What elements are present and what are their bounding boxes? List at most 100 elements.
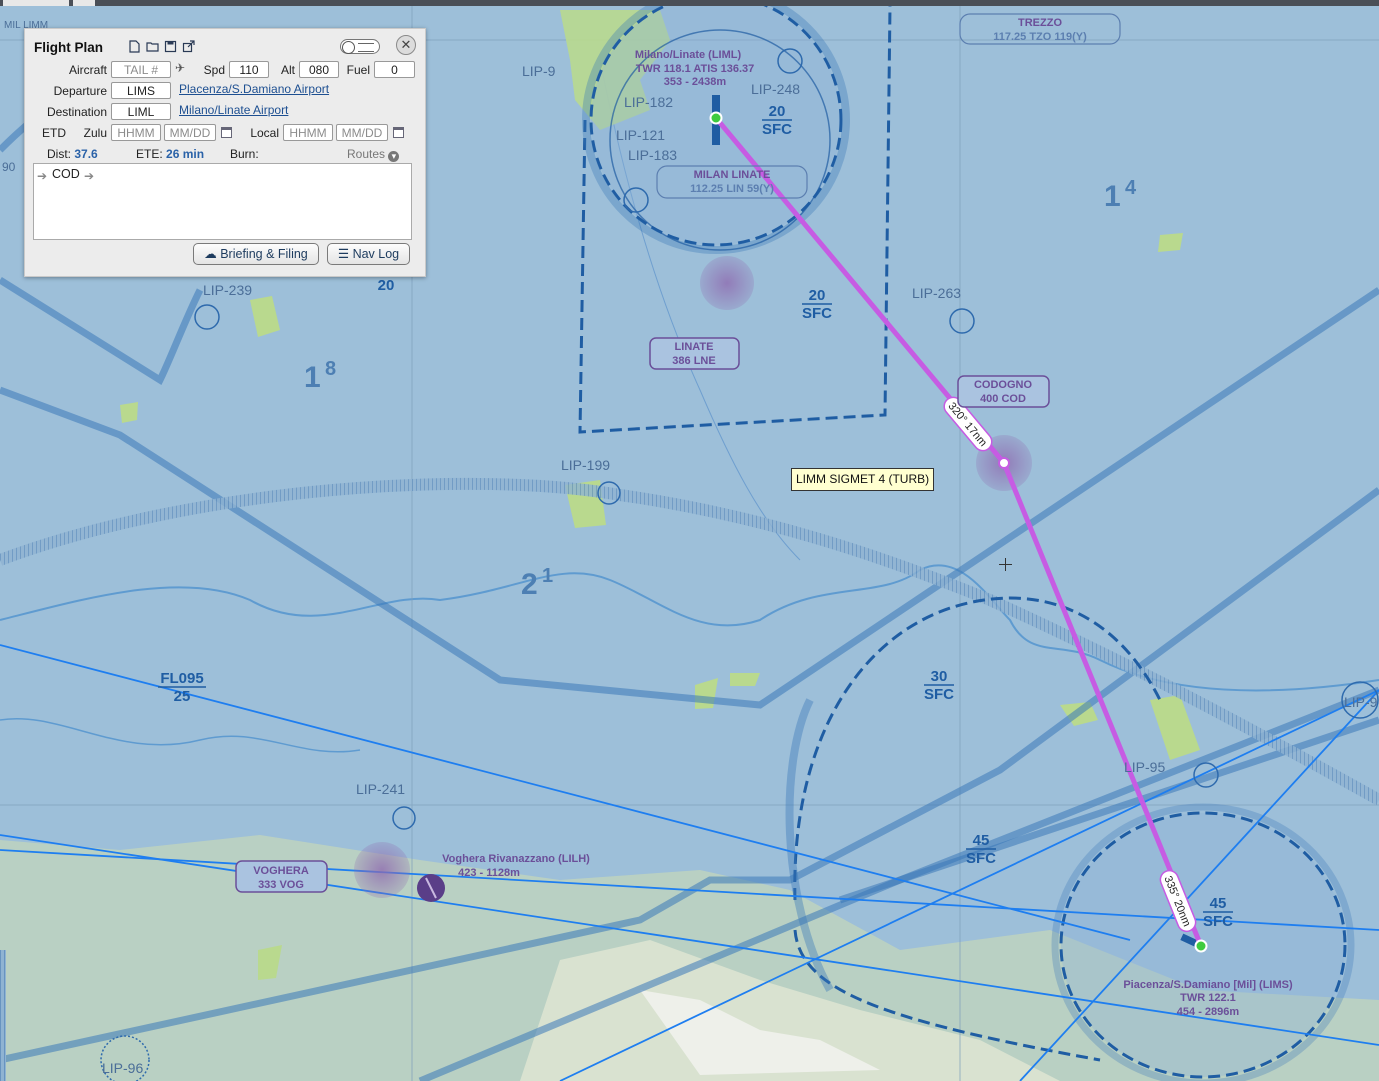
- svg-text:30: 30: [931, 668, 948, 685]
- svg-text:SFC: SFC: [802, 305, 832, 322]
- svg-text:45: 45: [1210, 895, 1227, 912]
- svg-text:1: 1: [542, 565, 553, 587]
- linate-ndb[interactable]: [700, 256, 754, 310]
- svg-text:LIP-121: LIP-121: [616, 127, 665, 143]
- aircraft-plane-icon[interactable]: ✈: [175, 61, 185, 75]
- routes-dropdown[interactable]: Routes ▾: [347, 147, 400, 162]
- svg-text:TREZZO: TREZZO: [1018, 17, 1062, 29]
- altitude-input[interactable]: 080: [299, 61, 339, 78]
- altitude-label: Alt: [280, 63, 295, 77]
- share-icon[interactable]: [182, 40, 195, 53]
- local-calendar-icon[interactable]: [393, 127, 404, 138]
- route-arrow-icon: ➔: [84, 169, 95, 183]
- fuel-input[interactable]: 0: [374, 61, 415, 78]
- svg-text:SFC: SFC: [924, 686, 954, 703]
- svg-text:LIP-182: LIP-182: [624, 94, 673, 110]
- svg-text:20: 20: [769, 103, 786, 120]
- svg-text:2: 2: [521, 568, 538, 601]
- flight-plan-panel: Flight Plan ✕ Aircraft TAIL # ✈ Spd 110 …: [24, 28, 426, 277]
- speed-label: Spd: [203, 63, 225, 77]
- svg-text:Piacenza/S.Damiano [Mil] (LIMS: Piacenza/S.Damiano [Mil] (LIMS): [1123, 979, 1293, 991]
- svg-text:LIP-96: LIP-96: [102, 1060, 143, 1076]
- burn-label: Burn:: [230, 147, 259, 161]
- navaid-voghera[interactable]: VOGHERA 333 VOG: [235, 860, 328, 893]
- town-patch: [1158, 233, 1183, 252]
- route-departure-point[interactable]: [1194, 939, 1208, 953]
- svg-text:LIP-183: LIP-183: [628, 147, 677, 163]
- svg-text:MILAN LINATE: MILAN LINATE: [694, 169, 771, 181]
- svg-text:90: 90: [2, 160, 16, 174]
- svg-text:4: 4: [1125, 177, 1137, 199]
- sigmet-tooltip: LIMM SIGMET 4 (TURB): [791, 468, 935, 491]
- route-textbox[interactable]: ➔ COD ➔: [33, 163, 412, 240]
- svg-text:LIP-9: LIP-9: [1344, 694, 1378, 710]
- destination-input[interactable]: LIML: [111, 103, 171, 120]
- zulu-calendar-icon[interactable]: [221, 127, 232, 138]
- zulu-time-input[interactable]: HHMM: [111, 124, 161, 141]
- svg-text:LIP-248: LIP-248: [751, 81, 800, 97]
- svg-text:SFC: SFC: [762, 121, 792, 138]
- departure-label: Departure: [53, 84, 107, 98]
- svg-text:112.25 LIN 59(Y): 112.25 LIN 59(Y): [690, 183, 774, 195]
- svg-text:400 COD: 400 COD: [980, 393, 1026, 405]
- departure-airport-link[interactable]: Placenza/S.Damiano Airport: [179, 82, 329, 96]
- svg-text:TWR 122.1: TWR 122.1: [1180, 992, 1236, 1004]
- svg-text:353 - 2438m: 353 - 2438m: [664, 76, 727, 88]
- local-time-input[interactable]: HHMM: [283, 124, 333, 141]
- svg-text:SFC: SFC: [1203, 913, 1233, 930]
- aircraft-input[interactable]: TAIL #: [111, 61, 171, 78]
- svg-text:454 - 2896m: 454 - 2896m: [1177, 1006, 1240, 1018]
- svg-text:LIP-95: LIP-95: [1124, 759, 1165, 775]
- crosshair-cursor-icon: [999, 558, 1012, 571]
- svg-text:117.25 TZO 119(Y): 117.25 TZO 119(Y): [993, 31, 1087, 43]
- nav-log-button[interactable]: ☰ Nav Log: [327, 243, 410, 265]
- route-destination-point[interactable]: [709, 111, 723, 125]
- voghera-ndb[interactable]: [354, 842, 410, 898]
- svg-text:20: 20: [809, 287, 826, 304]
- svg-text:8: 8: [325, 358, 336, 380]
- svg-text:LIP-239: LIP-239: [203, 282, 252, 298]
- svg-text:LIP-241: LIP-241: [356, 781, 405, 797]
- svg-text:Voghera Rivanazzano (LILH): Voghera Rivanazzano (LILH): [442, 853, 590, 865]
- route-waypoint-cod[interactable]: [998, 457, 1010, 469]
- open-folder-icon[interactable]: [146, 40, 159, 53]
- town-patch: [120, 402, 138, 423]
- zulu-label: Zulu: [83, 126, 107, 140]
- flight-plan-title: Flight Plan: [34, 40, 103, 55]
- svg-text:1: 1: [304, 361, 321, 394]
- cloud-icon: ☁: [204, 247, 217, 261]
- svg-text:VOGHERA: VOGHERA: [253, 865, 309, 877]
- svg-text:423 - 1128m: 423 - 1128m: [458, 867, 520, 879]
- zulu-date-input[interactable]: MM/DD: [164, 124, 216, 141]
- svg-text:LIP-263: LIP-263: [912, 285, 961, 301]
- svg-text:Milano/Linate (LIML): Milano/Linate (LIML): [635, 49, 742, 61]
- town-patch: [730, 673, 760, 686]
- svg-text:20: 20: [378, 277, 395, 294]
- destination-label: Destination: [46, 105, 107, 119]
- departure-input[interactable]: LIMS: [111, 82, 171, 99]
- briefing-filing-button[interactable]: ☁ Briefing & Filing: [193, 243, 319, 265]
- route-arrow-icon: ➔: [37, 169, 48, 183]
- svg-text:FL095: FL095: [160, 670, 203, 687]
- local-label: Local: [250, 126, 279, 140]
- close-icon[interactable]: ✕: [396, 35, 416, 55]
- svg-text:LINATE: LINATE: [675, 341, 714, 353]
- svg-text:333 VOG: 333 VOG: [258, 879, 304, 891]
- navaid-linate-ndb[interactable]: LINATE 386 LNE: [649, 337, 740, 370]
- flight-plan-toolbar: [128, 40, 195, 53]
- svg-text:1: 1: [1104, 180, 1121, 213]
- destination-airport-link[interactable]: Milano/Linate Airport: [179, 103, 288, 117]
- aircraft-label: Aircraft: [68, 63, 107, 77]
- save-icon[interactable]: [164, 40, 177, 53]
- navaid-codogno[interactable]: CODOGNO 400 COD: [957, 375, 1050, 408]
- panel-toggle[interactable]: [340, 39, 380, 54]
- svg-text:CODOGNO: CODOGNO: [974, 379, 1033, 391]
- svg-text:45: 45: [973, 832, 990, 849]
- local-date-input[interactable]: MM/DD: [336, 124, 388, 141]
- svg-text:LIP-9: LIP-9: [522, 63, 556, 79]
- distance-value: 37.6: [74, 147, 98, 161]
- distance-stat: Dist: 37.6: [47, 147, 98, 161]
- new-file-icon[interactable]: [128, 40, 141, 53]
- route-waypoint-text[interactable]: COD: [52, 167, 80, 181]
- speed-input[interactable]: 110: [229, 61, 269, 78]
